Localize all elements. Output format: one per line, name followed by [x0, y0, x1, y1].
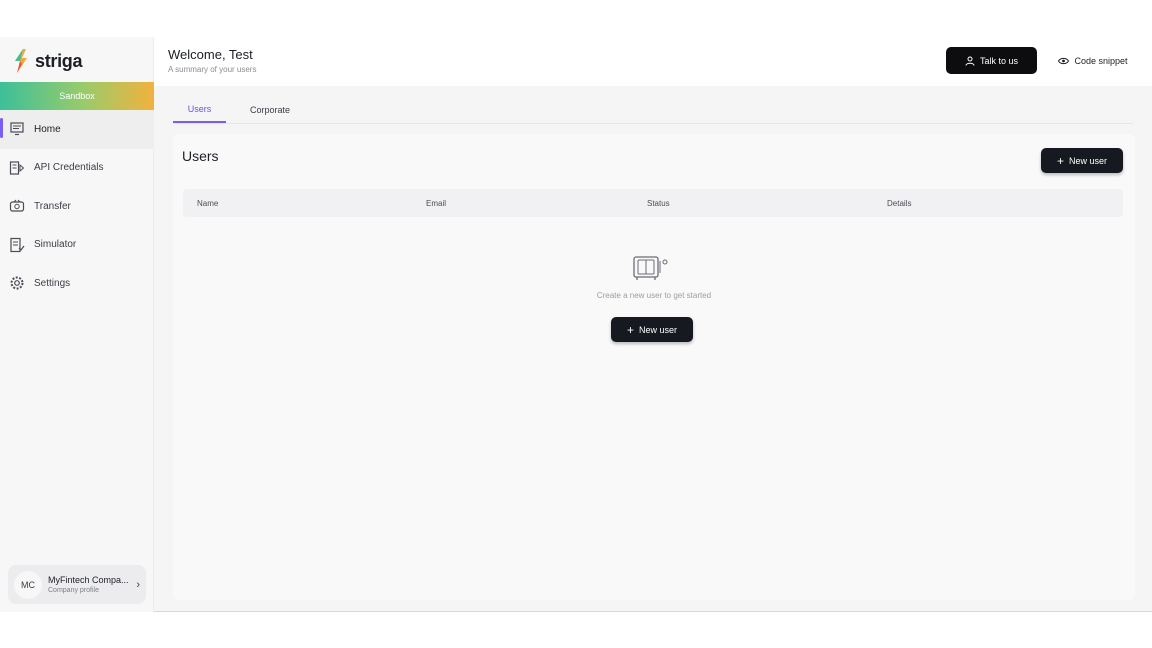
plus-icon: + — [1056, 153, 1064, 168]
api-credentials-icon — [9, 161, 25, 175]
section-title: Users — [182, 148, 219, 164]
brand-name: striga — [35, 50, 83, 71]
sidebar-item-simulator[interactable]: Simulator — [0, 226, 154, 265]
talk-to-us-label: Talk to us — [979, 55, 1019, 66]
empty-state-message: Create a new user to get started — [596, 291, 712, 300]
sidebar-nav: Home API Credentials Transfer Simulator … — [0, 110, 154, 303]
page-title: Welcome, Test — [168, 47, 253, 62]
column-header-name[interactable]: Name — [197, 199, 218, 208]
column-header-email[interactable]: Email — [426, 199, 446, 208]
users-table-header: Name Email Status Details — [183, 189, 1123, 217]
transfer-icon — [9, 199, 25, 212]
empty-state-new-user-button[interactable]: + New user — [611, 317, 693, 342]
company-profile-label: Company profile — [48, 587, 99, 594]
tab-corporate[interactable]: Corporate — [226, 97, 314, 123]
sidebar-item-label: API Credentials — [34, 162, 104, 174]
column-header-details[interactable]: Details — [887, 199, 911, 208]
new-user-label: New user — [1069, 155, 1108, 166]
sidebar-item-label: Home — [34, 123, 61, 135]
column-header-status[interactable]: Status — [647, 199, 670, 208]
chevron-right-icon: › — [136, 578, 140, 591]
tab-bar: Users Corporate — [173, 97, 1133, 124]
environment-badge: Sandbox — [0, 82, 154, 110]
talk-to-us-button[interactable]: Talk to us — [946, 47, 1037, 74]
code-snippet-button[interactable]: Code snippet — [1048, 47, 1138, 74]
eye-icon — [1058, 57, 1070, 64]
app-window: striga Sandbox Home API Credentials Tran… — [0, 37, 1152, 612]
page-subtitle: A summary of your users — [168, 65, 257, 74]
top-header: Welcome, Test A summary of your users Ta… — [154, 37, 1152, 86]
sidebar-item-label: Transfer — [34, 200, 71, 212]
code-snippet-label: Code snippet — [1074, 55, 1128, 66]
sidebar-item-settings[interactable]: Settings — [0, 264, 154, 303]
striga-logo-icon — [15, 49, 27, 73]
simulator-icon — [10, 237, 25, 252]
sidebar-item-label: Settings — [34, 277, 71, 289]
home-icon — [10, 122, 24, 136]
sidebar: striga Sandbox Home API Credentials Tran… — [0, 37, 154, 612]
company-profile-card[interactable]: MC MyFintech Compa... Company profile › — [8, 565, 146, 604]
new-user-label: New user — [639, 324, 678, 335]
plus-icon: + — [626, 322, 634, 337]
gear-icon — [10, 276, 24, 290]
sidebar-item-transfer[interactable]: Transfer — [0, 187, 154, 226]
users-panel: Users + New user Name Email Status Detai… — [173, 134, 1135, 600]
new-user-button[interactable]: + New user — [1041, 148, 1123, 173]
tab-users[interactable]: Users — [173, 97, 226, 123]
sidebar-item-label: Simulator — [34, 239, 77, 251]
user-icon — [965, 56, 975, 66]
sidebar-item-api-credentials[interactable]: API Credentials — [0, 149, 154, 188]
avatar: MC — [14, 570, 42, 599]
company-name: MyFintech Compa... — [48, 575, 129, 585]
striga-logo[interactable]: striga — [11, 48, 83, 74]
profile-text: MyFintech Compa... Company profile — [48, 575, 130, 594]
sidebar-item-home[interactable]: Home — [0, 110, 154, 149]
empty-safe-icon — [633, 256, 668, 280]
